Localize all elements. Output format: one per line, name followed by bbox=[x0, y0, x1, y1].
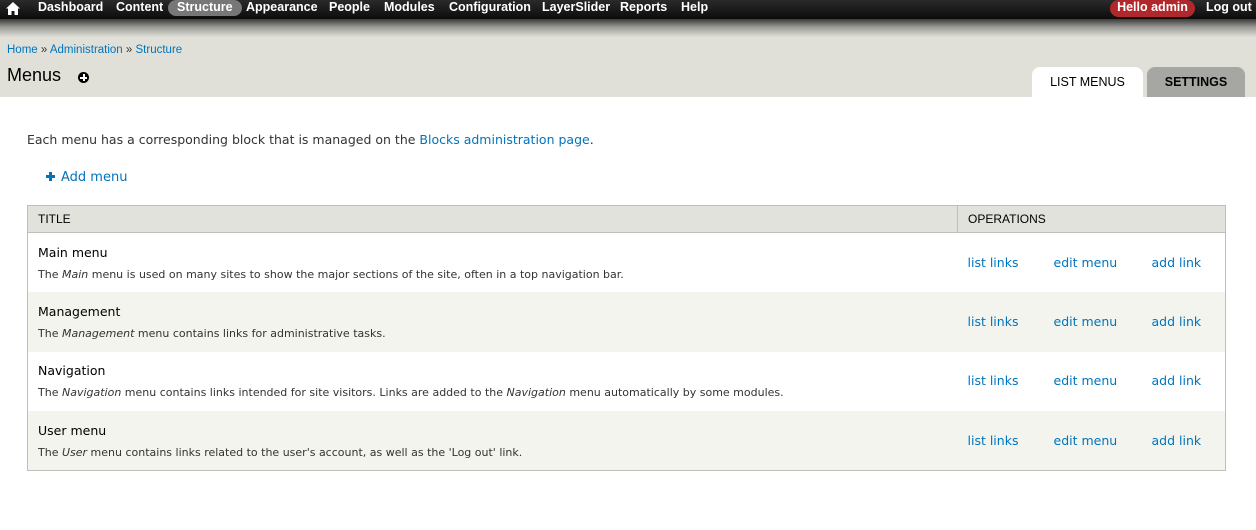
toolbar-item-appearance[interactable]: Appearance bbox=[246, 0, 318, 16]
username: admin bbox=[1151, 0, 1188, 14]
operations-cell: list links edit menu add link bbox=[958, 233, 1226, 293]
plus-icon bbox=[46, 172, 55, 181]
menu-cell: Navigation The Navigation menu contains … bbox=[28, 352, 958, 412]
menu-description: The Management menu contains links for a… bbox=[38, 326, 386, 340]
menu-cell: Management The Management menu contains … bbox=[28, 292, 958, 352]
tab-settings[interactable]: Settings bbox=[1147, 67, 1245, 97]
menu-title: Main menu bbox=[38, 244, 108, 260]
list-links-link[interactable]: list links bbox=[968, 314, 1054, 329]
logout-link[interactable]: Log out bbox=[1206, 0, 1252, 15]
add-menu-label: Add menu bbox=[61, 170, 128, 185]
menu-cell: User menu The User menu contains links r… bbox=[28, 411, 958, 471]
home-icon[interactable] bbox=[6, 2, 20, 15]
table-row: User menu The User menu contains links r… bbox=[27, 411, 1226, 471]
menu-description: The User menu contains links related to … bbox=[38, 445, 523, 459]
add-link-link[interactable]: add link bbox=[1152, 255, 1202, 270]
page-header: Home » Administration » Structure Menus … bbox=[0, 37, 1256, 97]
edit-menu-link[interactable]: edit menu bbox=[1054, 433, 1152, 448]
blocks-admin-link[interactable]: Blocks administration page bbox=[419, 132, 589, 147]
add-shortcut-icon[interactable] bbox=[78, 72, 89, 83]
toolbar-item-dashboard[interactable]: Dashboard bbox=[38, 0, 103, 16]
toolbar-item-people[interactable]: People bbox=[329, 0, 370, 16]
toolbar-item-configuration[interactable]: Configuration bbox=[449, 0, 531, 16]
toolbar-item-content[interactable]: Content bbox=[116, 0, 163, 16]
add-menu-link[interactable]: Add menu bbox=[46, 170, 127, 185]
table-row: Main menu The Main menu is used on many … bbox=[27, 232, 1226, 293]
breadcrumb-separator: » bbox=[122, 44, 136, 56]
breadcrumb: Home » Administration » Structure bbox=[7, 44, 182, 56]
help-text-suffix: . bbox=[589, 132, 594, 147]
operations-cell: list links edit menu add link bbox=[958, 292, 1226, 352]
menu-title: Management bbox=[38, 303, 121, 319]
toolbar-item-modules[interactable]: Modules bbox=[384, 0, 435, 16]
help-text: Each menu has a corresponding block that… bbox=[27, 132, 594, 147]
add-link-link[interactable]: add link bbox=[1152, 373, 1202, 388]
menu-description: The Main menu is used on many sites to s… bbox=[38, 267, 624, 281]
column-header-operations: Operations bbox=[957, 205, 1226, 233]
toolbar-item-help[interactable]: Help bbox=[681, 0, 708, 16]
operations-cell: list links edit menu add link bbox=[958, 352, 1226, 412]
breadcrumb-home[interactable]: Home bbox=[7, 44, 38, 56]
table-row: Management The Management menu contains … bbox=[27, 292, 1226, 352]
breadcrumb-administration[interactable]: Administration bbox=[50, 44, 123, 56]
toolbar-item-reports[interactable]: Reports bbox=[620, 0, 667, 16]
edit-menu-link[interactable]: edit menu bbox=[1054, 255, 1152, 270]
column-header-title: Title bbox=[27, 205, 958, 233]
help-text-body: Each menu has a corresponding block that… bbox=[27, 132, 420, 147]
menus-table: Title Operations Main menu The Main menu… bbox=[27, 205, 1226, 471]
tab-list-menus[interactable]: List menus bbox=[1032, 67, 1143, 97]
table-row: Navigation The Navigation menu contains … bbox=[27, 351, 1226, 412]
menu-cell: Main menu The Main menu is used on many … bbox=[28, 233, 958, 293]
list-links-link[interactable]: list links bbox=[968, 373, 1054, 388]
page-title: Menus bbox=[7, 65, 62, 85]
greeting-prefix: Hello bbox=[1117, 0, 1152, 14]
breadcrumb-structure[interactable]: Structure bbox=[136, 44, 183, 56]
user-greeting[interactable]: Hello admin bbox=[1110, 0, 1195, 17]
breadcrumb-separator: » bbox=[37, 44, 50, 56]
menu-title: Navigation bbox=[38, 363, 106, 379]
admin-toolbar: Dashboard Content Structure Appearance P… bbox=[0, 0, 1256, 19]
toolbar-item-layerslider[interactable]: LayerSlider bbox=[542, 0, 610, 16]
add-link-link[interactable]: add link bbox=[1152, 314, 1202, 329]
toolbar-item-structure[interactable]: Structure bbox=[168, 0, 242, 16]
edit-menu-link[interactable]: edit menu bbox=[1054, 373, 1152, 388]
menu-title: User menu bbox=[38, 422, 107, 438]
list-links-link[interactable]: list links bbox=[968, 433, 1054, 448]
toolbar-shadow bbox=[0, 19, 1256, 37]
menu-description: The Navigation menu contains links inten… bbox=[38, 386, 784, 400]
operations-cell: list links edit menu add link bbox=[958, 411, 1226, 471]
list-links-link[interactable]: list links bbox=[968, 255, 1054, 270]
edit-menu-link[interactable]: edit menu bbox=[1054, 314, 1152, 329]
add-link-link[interactable]: add link bbox=[1152, 433, 1202, 448]
